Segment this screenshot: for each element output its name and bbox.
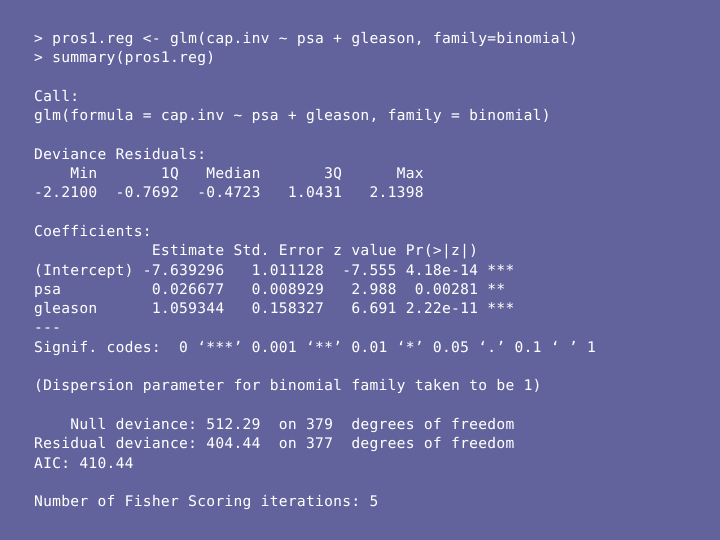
console-line: > summary(pros1.reg) xyxy=(34,49,216,67)
r-console-output[interactable]: > pros1.reg <- glm(cap.inv ~ psa + gleas… xyxy=(0,0,720,540)
console-line: Null deviance: 512.29 on 379 degrees of … xyxy=(34,415,515,433)
console-line: > pros1.reg <- glm(cap.inv ~ psa + gleas… xyxy=(34,30,578,47)
console-line: Coefficients: xyxy=(34,222,152,240)
console-line: -2.2100 -0.7692 -0.4723 1.0431 2.1398 xyxy=(34,184,424,202)
console-line: psa 0.026677 0.008929 2.988 0.00281 ** xyxy=(34,280,506,298)
console-line: Call: xyxy=(34,87,80,105)
console-line: Signif. codes: 0 ‘***’ 0.001 ‘**’ 0.01 ‘… xyxy=(34,338,597,356)
console-line: gleason 1.059344 0.158327 6.691 2.22e-11… xyxy=(34,300,515,318)
console-line: Number of Fisher Scoring iterations: 5 xyxy=(34,493,379,511)
console-line: Residual deviance: 404.44 on 377 degrees… xyxy=(34,435,515,453)
console-line: Estimate Std. Error z value Pr(>|z|) xyxy=(34,242,479,260)
console-line: AIC: 410.44 xyxy=(34,454,134,472)
console-line: (Intercept) -7.639296 1.011128 -7.555 4.… xyxy=(34,261,515,279)
console-line: glm(formula = cap.inv ~ psa + gleason, f… xyxy=(34,107,551,125)
console-line: --- xyxy=(34,319,62,337)
console-line: Deviance Residuals: xyxy=(34,145,207,163)
console-line: (Dispersion parameter for binomial famil… xyxy=(34,377,542,395)
console-line: Min 1Q Median 3Q Max xyxy=(34,165,424,183)
